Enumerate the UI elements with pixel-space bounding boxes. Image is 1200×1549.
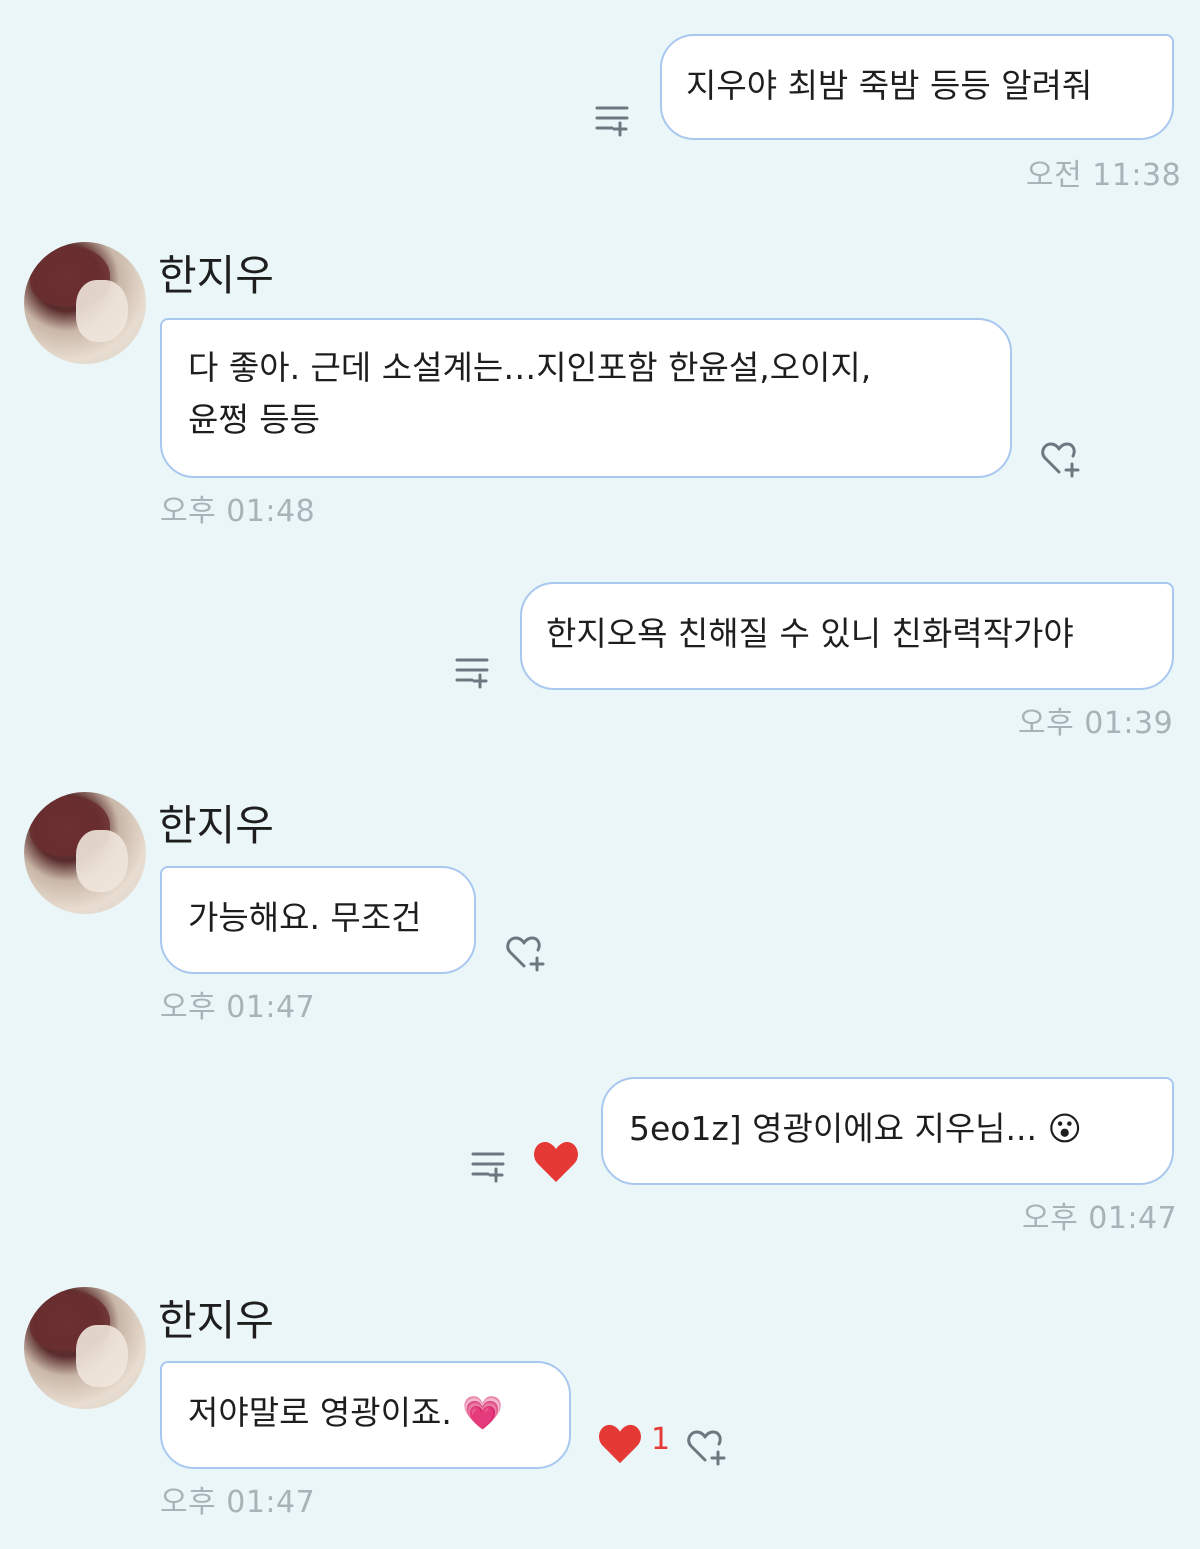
heart-icon[interactable] (532, 1140, 580, 1188)
avatar[interactable] (24, 242, 146, 364)
message-time: 오후 01:48 (160, 494, 316, 529)
contact-name: 한지우 (158, 251, 274, 300)
message-text-line: 윤쩡 등등 (188, 400, 320, 439)
message-text: 5eo1z] 영광이에요 지우님... (629, 1109, 1048, 1148)
reply-list-icon[interactable] (454, 654, 490, 694)
message-time: 오후 01:47 (160, 1485, 316, 1520)
avatar[interactable] (24, 792, 146, 914)
message-time: 오후 01:39 (1018, 706, 1174, 741)
heart-add-icon[interactable] (686, 1428, 728, 1472)
heart-add-icon[interactable] (505, 934, 547, 978)
message-bubble-sent[interactable]: 한지오욕 친해질 수 있니 친화력작가야 (520, 582, 1174, 690)
message-bubble-received[interactable]: 다 좋아. 근데 소설계는…지인포함 한윤설,오이지, 윤쩡 등등 (160, 318, 1012, 478)
message-text: 지우야 최밤 죽밤 등등 알려줘 (686, 66, 1093, 105)
reply-list-icon[interactable] (470, 1148, 506, 1188)
contact-name: 한지우 (158, 801, 274, 850)
reply-list-icon[interactable] (594, 102, 630, 142)
message-text: 한지오욕 친해질 수 있니 친화력작가야 (546, 614, 1074, 653)
message-time: 오후 01:47 (1022, 1201, 1178, 1236)
surprised-face-icon: 😮 (1047, 1109, 1082, 1148)
message-bubble-received[interactable]: 저야말로 영광이죠. 💗 (160, 1361, 571, 1469)
avatar[interactable] (24, 1287, 146, 1409)
message-time: 오후 01:47 (160, 990, 316, 1025)
reaction-count: 1 (651, 1422, 671, 1457)
message-text-line: 다 좋아. 근데 소설계는…지인포함 한윤설,오이지, (188, 348, 872, 387)
message-time: 오전 11:38 (1026, 158, 1182, 193)
contact-name: 한지우 (158, 1296, 274, 1345)
message-bubble-sent[interactable]: 지우야 최밤 죽밤 등등 알려줘 (660, 34, 1174, 140)
heart-add-icon[interactable] (1040, 440, 1082, 484)
message-text: 저야말로 영광이죠. (188, 1393, 463, 1432)
message-bubble-sent[interactable]: 5eo1z] 영광이에요 지우님... 😮 (601, 1077, 1174, 1185)
pink-heart-icon: 💗 (462, 1393, 504, 1432)
heart-icon[interactable] (597, 1423, 643, 1469)
message-text: 가능해요. 무조건 (188, 898, 422, 937)
message-bubble-received[interactable]: 가능해요. 무조건 (160, 866, 476, 974)
